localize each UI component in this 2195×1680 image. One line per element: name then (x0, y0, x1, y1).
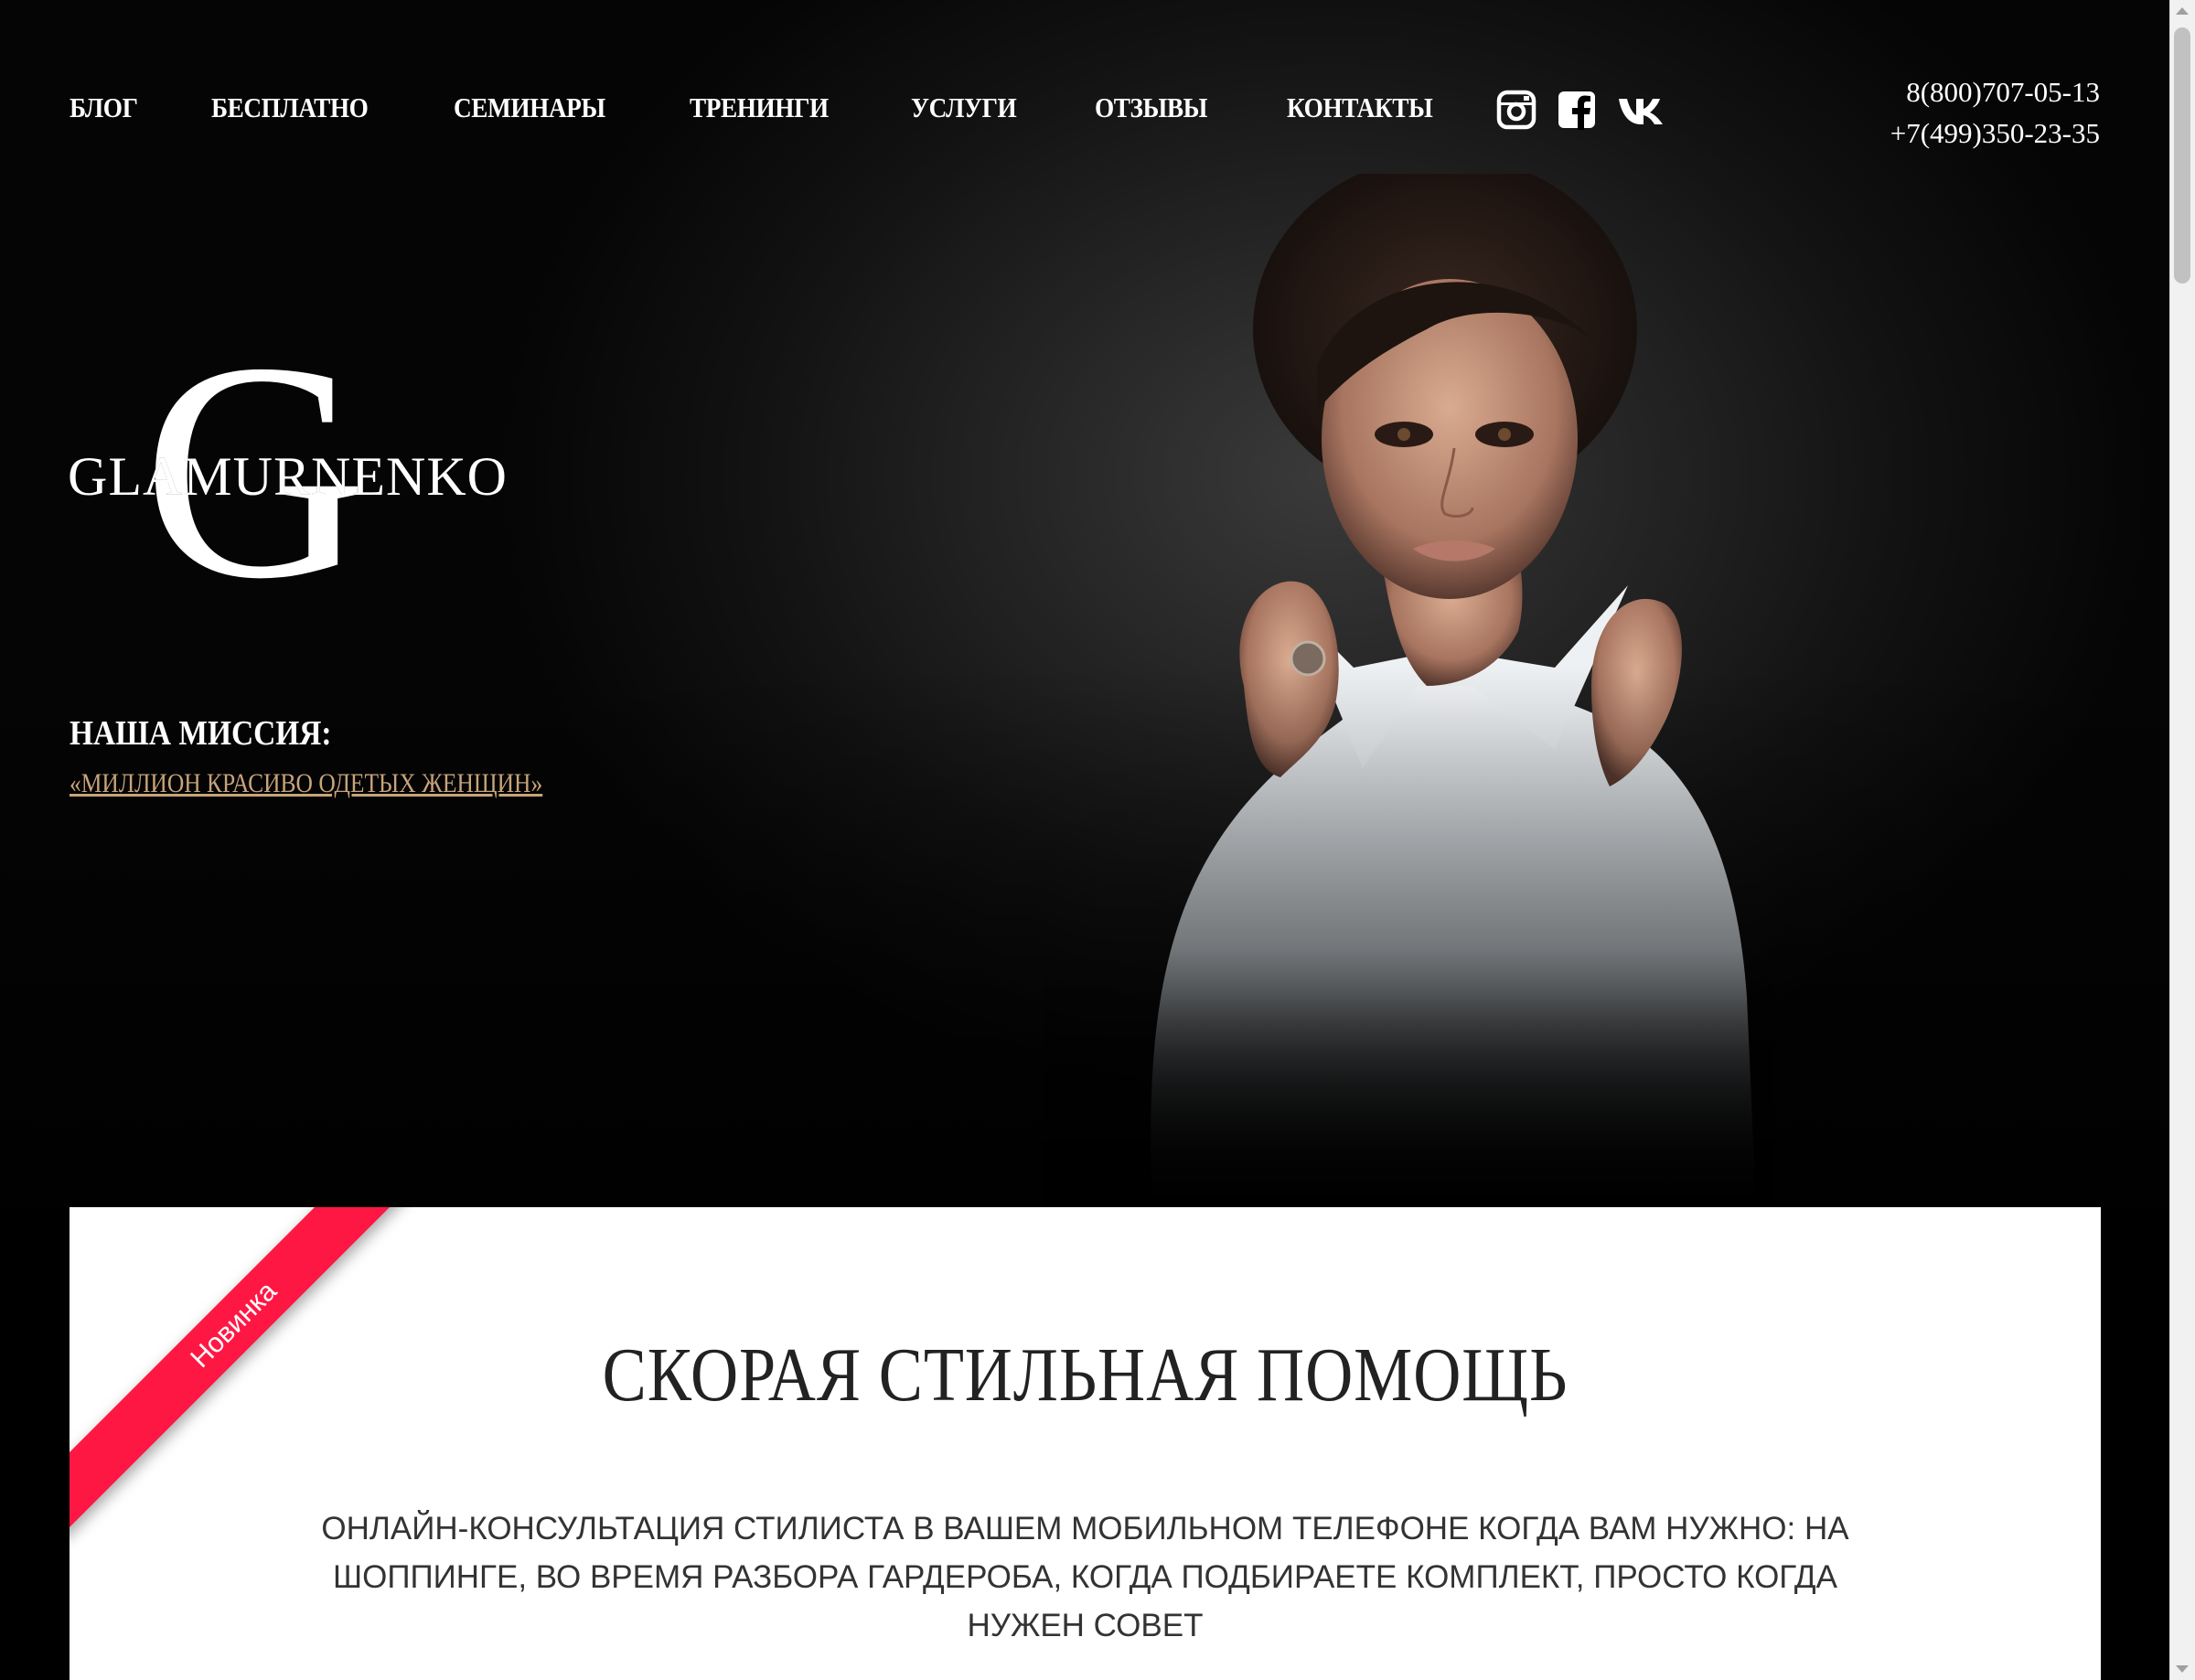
facebook-icon[interactable] (1557, 90, 1597, 130)
nav-item-reviews[interactable]: ОТЗЫВЫ (1095, 91, 1207, 124)
phone-2[interactable]: +7(499)350-23-35 (1890, 112, 2100, 154)
instagram-icon[interactable] (1496, 90, 1536, 130)
card-description: ОНЛАЙН-КОНСУЛЬТАЦИЯ СТИЛИСТА В ВАШЕМ МОБ… (321, 1511, 1849, 1643)
mission-link[interactable]: «МИЛЛИОН КРАСИВО ОДЕТЫХ ЖЕНЩИН» (70, 768, 542, 799)
phone-1[interactable]: 8(800)707-05-13 (1890, 71, 2100, 112)
vk-icon[interactable] (1617, 90, 1668, 130)
mission-title: НАША МИССИЯ: (70, 714, 332, 753)
scroll-up-arrow[interactable] (2176, 7, 2189, 15)
vertical-scrollbar[interactable] (2169, 0, 2195, 1680)
nav-item-services[interactable]: УСЛУГИ (911, 91, 1017, 124)
main-nav: БЛОГ БЕСПЛАТНО СЕМИНАРЫ ТРЕНИНГИ УСЛУГИ … (70, 91, 1516, 124)
logo-wordmark: GLAMURNENKO (68, 446, 508, 507)
scrollbar-thumb[interactable] (2174, 27, 2190, 284)
hero-section: БЛОГ БЕСПЛАТНО СЕМИНАРЫ ТРЕНИНГИ УСЛУГИ … (0, 0, 2169, 1207)
nav-item-blog[interactable]: БЛОГ (70, 91, 138, 124)
nav-item-contacts[interactable]: КОНТАКТЫ (1287, 91, 1433, 124)
social-links (1496, 90, 1668, 130)
brand-logo[interactable]: G GLAMURNENKO (68, 316, 507, 626)
scroll-down-arrow[interactable] (2176, 1665, 2189, 1673)
nav-item-trainings[interactable]: ТРЕНИНГИ (690, 91, 829, 124)
nav-item-seminars[interactable]: СЕМИНАРЫ (454, 91, 605, 124)
card-title: СКОРАЯ СТИЛЬНАЯ ПОМОЩЬ (602, 1332, 1569, 1418)
nav-item-free[interactable]: БЕСПЛАТНО (211, 91, 369, 124)
phone-numbers: 8(800)707-05-13 +7(499)350-23-35 (1890, 71, 2100, 154)
hero-portrait (1043, 174, 1774, 1207)
page: БЛОГ БЕСПЛАТНО СЕМИНАРЫ ТРЕНИНГИ УСЛУГИ … (0, 0, 2195, 1680)
promo-card: Новинка СКОРАЯ СТИЛЬНАЯ ПОМОЩЬ ОНЛАЙН-КО… (70, 1207, 2101, 1680)
